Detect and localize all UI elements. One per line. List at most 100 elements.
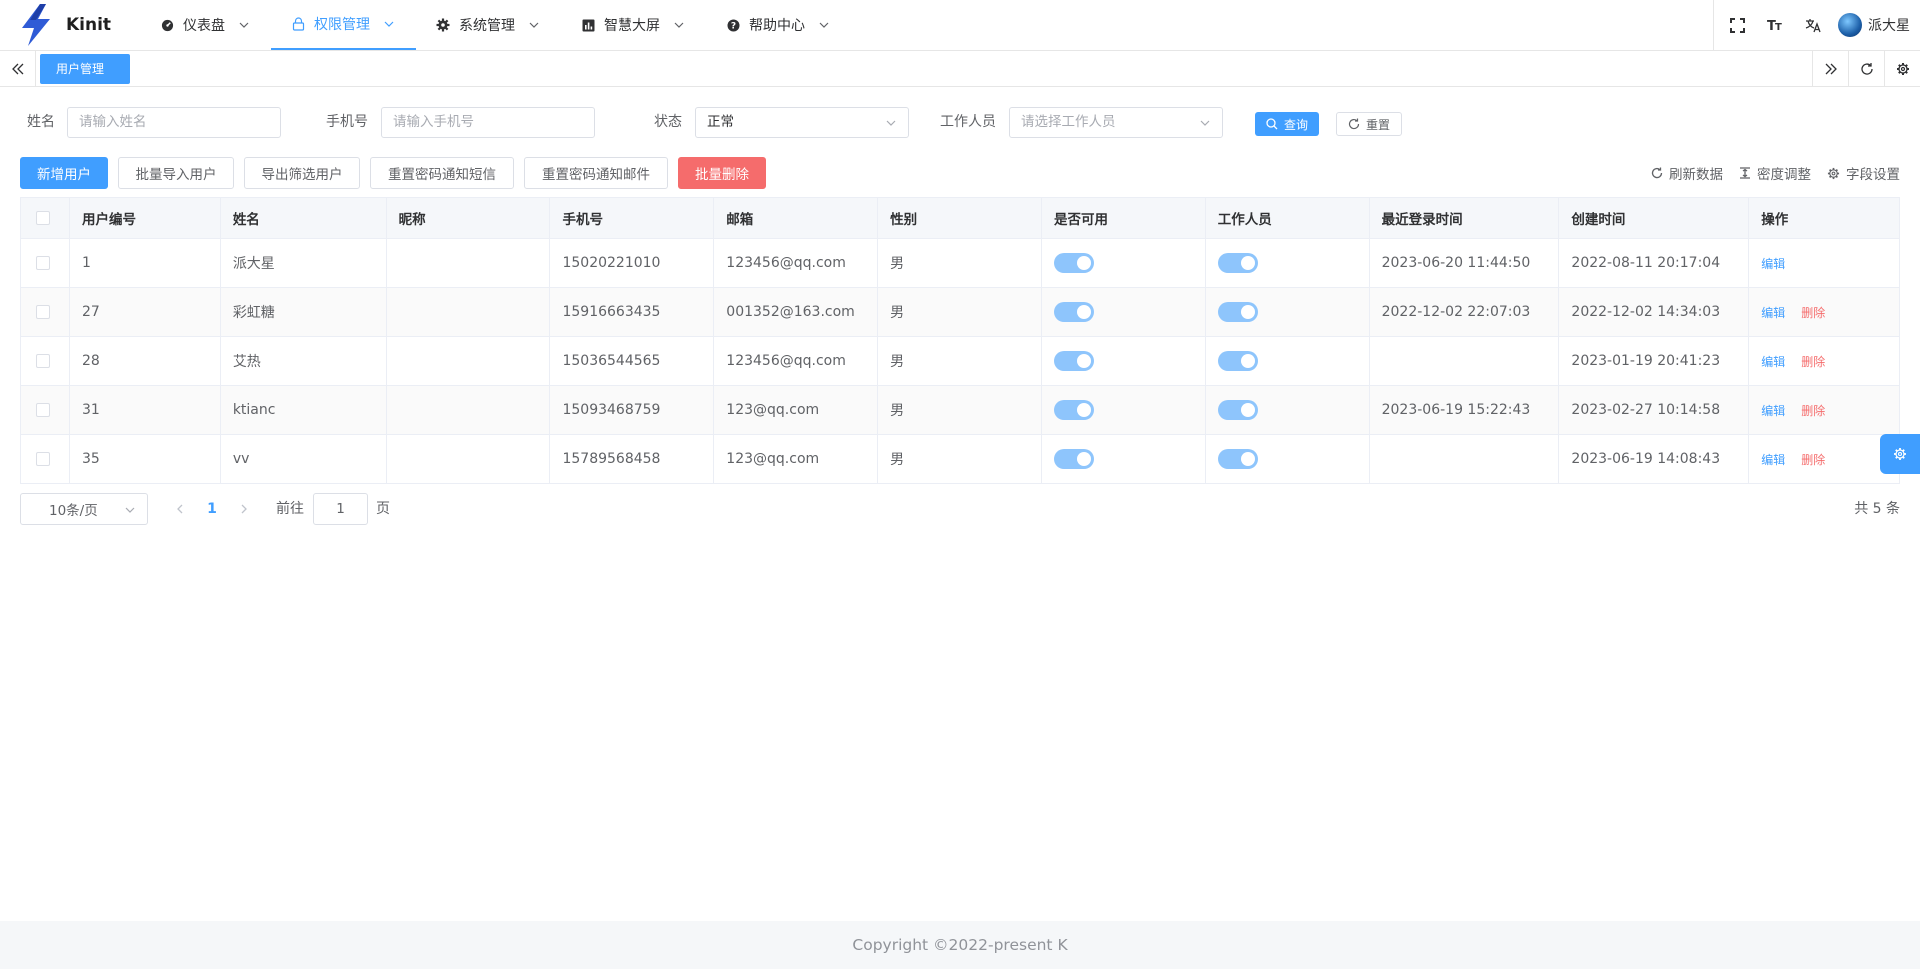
user-menu[interactable]: 派大星 [1832,13,1920,37]
select-all-cell [21,198,70,238]
cell-gender: 男 [878,239,1042,287]
floating-settings-button[interactable] [1880,434,1920,474]
staff-select[interactable]: 请选择工作人员 [1009,107,1223,138]
page-unit: 页 [376,501,390,517]
tab-settings-button[interactable] [1884,51,1920,86]
delete-link[interactable]: 删除 [1801,451,1825,468]
menu-dashboard[interactable]: 仪表盘 [140,0,271,50]
active-switch[interactable] [1053,302,1094,322]
header-cell[interactable]: 是否可用 [1042,198,1206,238]
cell-created: 2022-08-11 20:17:04 [1559,239,1750,287]
cell-nick [387,386,551,434]
footer: Copyright ©2022-present K [0,921,1920,969]
double-chevron-right-icon [1825,63,1837,74]
batch-delete-button[interactable]: 批量删除 [678,157,766,189]
translate-icon[interactable] [1794,0,1832,50]
copyright-text: Copyright ©2022-present K [852,936,1068,954]
page-number[interactable]: 1 [202,493,222,525]
cell-phone: 15020221010 [550,239,715,287]
header-cell[interactable]: 创建时间 [1559,198,1750,238]
tags-scroll-right-button[interactable] [1812,51,1848,86]
page-size-select[interactable]: 10条/页 [20,493,148,525]
cell-nick [387,337,551,385]
header-cell[interactable]: 性别 [878,198,1042,238]
header-cell[interactable]: 手机号 [550,198,715,238]
column-settings-button[interactable]: 字段设置 [1827,163,1900,183]
row-checkbox[interactable] [36,403,50,417]
export-users-button[interactable]: 导出筛选用户 [244,157,360,189]
row-checkbox[interactable] [36,354,50,368]
import-users-button[interactable]: 批量导入用户 [118,157,234,189]
cell-active [1042,239,1206,287]
cell-name: 艾热 [221,337,387,385]
staff-switch[interactable] [1217,449,1258,469]
staff-switch[interactable] [1217,253,1258,273]
query-button[interactable]: 查询 [1255,112,1320,136]
staff-switch[interactable] [1217,400,1258,420]
svg-text:?: ? [730,21,735,31]
table-row: 1 派大星 15020221010 123456@qq.com 男 2023-06-20 … [21,239,1899,288]
row-checkbox[interactable] [36,305,50,319]
status-select[interactable]: 正常 [695,107,909,138]
tags-scroll-left-button[interactable] [0,51,36,86]
select-all-checkbox[interactable] [36,211,50,225]
reset-button[interactable]: 重置 [1336,112,1403,136]
cell-actions: 编辑 删除 [1749,288,1899,336]
cell-staff [1206,288,1370,336]
menu-help[interactable]: ? 帮助中心 [706,0,851,50]
edit-link[interactable]: 编辑 [1761,451,1785,468]
delete-link[interactable]: 删除 [1801,402,1825,419]
font-size-icon[interactable]: TT [1756,0,1794,50]
gear-icon [1896,62,1909,75]
header-cell[interactable]: 用户编号 [70,198,221,238]
edit-link[interactable]: 编辑 [1761,304,1785,321]
menu-permission[interactable]: 权限管理 [271,0,416,50]
header-cell[interactable]: 工作人员 [1206,198,1370,238]
edit-link[interactable]: 编辑 [1761,402,1785,419]
tag-user-management[interactable]: 用户管理 [40,53,130,84]
header-cell[interactable]: 姓名 [221,198,387,238]
active-switch[interactable] [1053,449,1094,469]
edit-link[interactable]: 编辑 [1761,353,1785,370]
name-input[interactable]: 请输入姓名 [67,107,281,138]
active-switch[interactable] [1053,351,1094,371]
delete-link[interactable]: 删除 [1801,353,1825,370]
active-switch[interactable] [1053,400,1094,420]
cell-staff [1206,435,1370,483]
edit-link[interactable]: 编辑 [1761,255,1785,272]
status-value: 正常 [707,114,734,130]
row-checkbox[interactable] [36,452,50,466]
row-checkbox[interactable] [36,256,50,270]
cell-actions: 编辑 删除 [1749,337,1899,385]
staff-switch[interactable] [1217,302,1258,322]
menu-label: 智慧大屏 [604,18,660,34]
refresh-tab-button[interactable] [1848,51,1884,86]
fullscreen-icon[interactable] [1718,0,1756,50]
prev-page-button[interactable] [170,493,190,525]
cell-gender: 男 [878,288,1042,336]
refresh-data-button[interactable]: 刷新数据 [1651,163,1723,183]
table-row: 28 艾热 15036544565 123456@qq.com 男 2023-01-19 … [21,337,1899,386]
refresh-icon [1348,118,1360,130]
active-switch[interactable] [1053,253,1094,273]
cell-email: 123456@qq.com [714,239,879,287]
header-cell[interactable]: 昵称 [387,198,551,238]
goto-page-input[interactable]: 1 [313,493,368,525]
header-cell[interactable]: 邮箱 [714,198,879,238]
table-row: 31 ktianc 15093468759 123@qq.com 男 2023-06-19… [21,386,1899,435]
phone-input[interactable]: 请输入手机号 [381,107,595,138]
double-chevron-left-icon [11,63,23,74]
add-user-button[interactable]: 新增用户 [20,157,108,189]
next-page-button[interactable] [234,493,254,525]
menu-bigscreen[interactable]: 智慧大屏 [561,0,706,50]
header-cell[interactable]: 最近登录时间 [1370,198,1560,238]
reset-password-mail-button[interactable]: 重置密码通知邮件 [524,157,668,189]
reset-password-sms-button[interactable]: 重置密码通知短信 [370,157,514,189]
top-header: Kinit 仪表盘 权限管理 系统管理 智慧大屏 ? 帮助中心 T T 派大星 [0,0,1920,51]
cell-actions: 编辑 删除 [1749,386,1899,434]
density-button[interactable]: 密度调整 [1739,163,1811,183]
menu-system[interactable]: 系统管理 [416,0,561,50]
delete-link[interactable]: 删除 [1801,304,1825,321]
staff-switch[interactable] [1217,351,1258,371]
app-logo[interactable]: Kinit [0,0,130,50]
